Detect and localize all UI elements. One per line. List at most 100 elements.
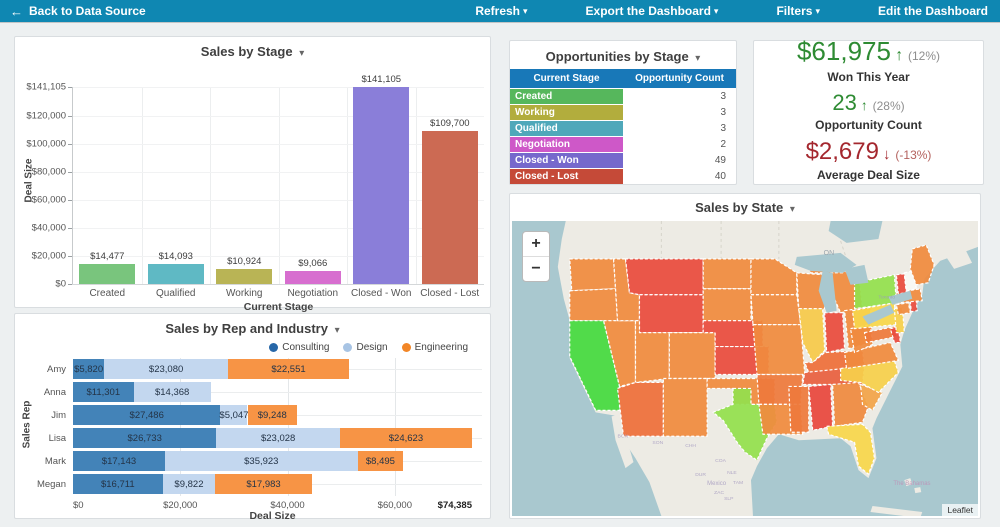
count-cell: 3 — [623, 89, 736, 104]
state-WA[interactable] — [570, 259, 616, 291]
sales-by-rep-title[interactable]: Sales by Rep and Industry ▾ — [15, 321, 490, 336]
sales-by-state-title[interactable]: Sales by State ▾ — [510, 200, 980, 215]
bar-created[interactable] — [79, 264, 135, 284]
bar-segment-engineering[interactable]: $8,495 — [358, 451, 404, 471]
state-ND[interactable] — [703, 259, 751, 289]
count-cell: 2 — [623, 137, 736, 152]
back-to-data-source-button[interactable]: ← Back to Data Source — [10, 4, 146, 19]
y-tick-label: $141,105 — [26, 82, 66, 93]
bar-negotiation[interactable] — [285, 271, 341, 284]
y-tick-label: $20,000 — [32, 251, 66, 262]
bar-segment-consulting[interactable]: $5,820 — [73, 359, 104, 379]
navbar-item-export-the-dashboard[interactable]: Export the Dashboard▾ — [586, 4, 719, 18]
navbar-item-edit-the-dashboard[interactable]: Edit the Dashboard — [878, 4, 988, 18]
y-axis-label: Sales Rep — [22, 385, 33, 465]
table-row-closed-won[interactable]: Closed - Won49 — [510, 153, 736, 168]
stage-cell: Negotiation — [510, 137, 623, 152]
navbar-item-refresh[interactable]: Refresh▾ — [475, 4, 527, 18]
up-arrow-icon: ↑ — [895, 47, 903, 64]
bar-segment-consulting[interactable]: $11,301 — [73, 382, 134, 402]
landmass-cuba — [870, 506, 922, 516]
x-category-label: Negotiation — [279, 288, 348, 299]
legend-item-consulting[interactable]: Consulting — [269, 342, 329, 353]
state-NM[interactable] — [663, 378, 707, 436]
stage-cell: Working — [510, 105, 623, 120]
bar-segment-design[interactable]: $5,047 — [220, 405, 247, 425]
map-attribution[interactable]: Leaflet — [942, 504, 978, 516]
bar-segment-engineering[interactable]: $24,623 — [340, 428, 472, 448]
bar-segment-consulting[interactable]: $26,733 — [73, 428, 216, 448]
state-CT[interactable] — [896, 303, 910, 315]
table-header-row: Current Stage Opportunity Count — [510, 69, 736, 88]
bar-segment-engineering[interactable]: $17,983 — [215, 474, 311, 494]
legend-label: Design — [356, 342, 387, 353]
bar-segment-design[interactable]: $14,368 — [134, 382, 211, 402]
bar-working[interactable] — [216, 269, 272, 284]
navbar-item-filters[interactable]: Filters▾ — [776, 4, 820, 18]
y-axis-label: Deal Size — [24, 141, 35, 221]
stage-cell: Closed - Lost — [510, 169, 623, 184]
legend-dot — [269, 343, 278, 352]
map-label: SLP — [724, 496, 734, 502]
state-WY[interactable] — [639, 295, 703, 333]
state-RI[interactable] — [910, 301, 917, 312]
bar-value-label: $9,066 — [298, 258, 327, 269]
bar-value-label: $109,700 — [430, 118, 470, 129]
sales-by-stage-title[interactable]: Sales by Stage ▾ — [15, 44, 490, 59]
state-CO[interactable] — [669, 333, 715, 379]
bar-value-label: $141,105 — [361, 74, 401, 85]
map-label: CHH — [685, 443, 696, 449]
navbar-item-label: Edit the Dashboard — [878, 4, 988, 18]
panel-title-text: Sales by Rep and Industry — [165, 321, 328, 336]
state-IA[interactable] — [751, 295, 801, 325]
table-row-qualified[interactable]: Qualified3 — [510, 121, 736, 136]
state-MS[interactable] — [789, 386, 809, 432]
legend-item-engineering[interactable]: Engineering — [402, 342, 468, 353]
bar-qualified[interactable] — [148, 264, 204, 284]
rep-label: Lisa — [49, 427, 66, 450]
stage-bar-chart: $141,105$120,000$100,000$80,000$60,000$4… — [73, 87, 484, 284]
kpi-value: $2,679 — [806, 139, 879, 164]
state-AZ[interactable] — [618, 382, 664, 436]
map-label: SON — [652, 440, 663, 446]
state-AL[interactable] — [809, 384, 833, 430]
state-SD[interactable] — [703, 289, 751, 321]
bar-segment-engineering[interactable]: $9,248 — [248, 405, 298, 425]
bar-segment-consulting[interactable]: $16,711 — [73, 474, 163, 494]
table-row-created[interactable]: Created3 — [510, 89, 736, 104]
zoom-out-button[interactable]: − — [523, 257, 549, 281]
table-row-working[interactable]: Working3 — [510, 105, 736, 120]
choropleth-map[interactable]: ONTorontoBCNSONCHHCOANLETAMDURMexicoZACS… — [512, 221, 978, 516]
map-label: The Bahamas — [893, 481, 930, 487]
table-row-negotiation[interactable]: Negotiation2 — [510, 137, 736, 152]
legend-item-design[interactable]: Design — [343, 342, 387, 353]
map-label: NLE — [727, 470, 737, 476]
bar-segment-engineering[interactable]: $22,551 — [228, 359, 349, 379]
top-navbar: ← Back to Data Source Refresh▾ Export the… — [0, 0, 1000, 22]
bar-closed-lost[interactable] — [422, 131, 478, 284]
state-OR[interactable] — [570, 289, 618, 321]
bar-row-amy: Amy$5,820$23,080$22,551 — [73, 358, 472, 381]
bar-closed-won[interactable] — [353, 87, 409, 284]
bar-segment-consulting[interactable]: $27,486 — [73, 405, 220, 425]
bar-segment-consulting[interactable]: $17,143 — [73, 451, 165, 471]
bar-segment-design[interactable]: $35,923 — [165, 451, 358, 471]
y-tick-label: $40,000 — [32, 223, 66, 234]
bar-segment-design[interactable]: $23,028 — [216, 428, 340, 448]
bar-row-mark: Mark$17,143$35,923$8,495 — [73, 450, 472, 473]
sales-by-rep-panel: Sales by Rep and Industry ▾ Consulting De… — [14, 313, 491, 519]
bar-segment-design[interactable]: $23,080 — [104, 359, 228, 379]
state-IN[interactable] — [825, 313, 845, 353]
bar-row-anna: Anna$11,301$14,368 — [73, 381, 472, 404]
table-row-closed-lost[interactable]: Closed - Lost40 — [510, 169, 736, 184]
gridline-horizontal — [73, 116, 484, 117]
state-MT[interactable] — [626, 259, 704, 295]
state-MO[interactable] — [753, 325, 805, 375]
bar-segment-design[interactable]: $9,822 — [163, 474, 216, 494]
opportunities-title[interactable]: Opportunities by Stage ▾ — [510, 49, 736, 64]
legend-label: Engineering — [415, 342, 468, 353]
rep-label: Mark — [45, 450, 66, 473]
state-FL[interactable] — [827, 424, 875, 474]
x-category-label: Working — [210, 288, 279, 299]
zoom-in-button[interactable]: + — [523, 232, 549, 257]
